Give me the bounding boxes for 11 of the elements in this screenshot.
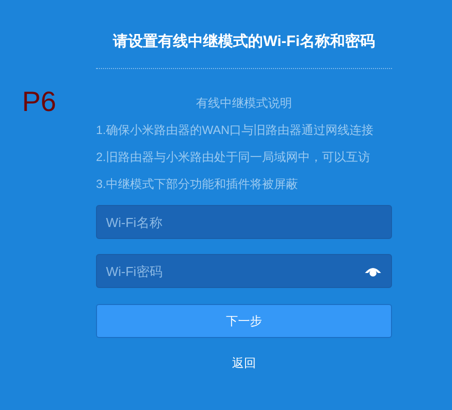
next-button[interactable]: 下一步 [96, 304, 392, 338]
notes-heading: 有线中继模式说明 [195, 95, 293, 112]
note-text: 2.旧路由器与小米路由处于同一局域网中，可以互访 [96, 149, 372, 166]
password-field[interactable]: Wi-Fi密码 [96, 254, 392, 288]
page-title: 请设置有线中继模式的Wi-Fi名称和密码 [112, 32, 376, 52]
annotation-label: P6 [22, 88, 56, 116]
eye-icon[interactable] [364, 265, 382, 277]
note-text: 1.确保小米路由器的WAN口与旧路由器通过网线连接 [96, 122, 375, 139]
name-field[interactable]: Wi-Fi名称 [96, 205, 392, 239]
back-link[interactable]: 返回 [232, 354, 256, 372]
note-text: 3.中继模式下部分功能和插件将被屏蔽 [96, 176, 300, 193]
